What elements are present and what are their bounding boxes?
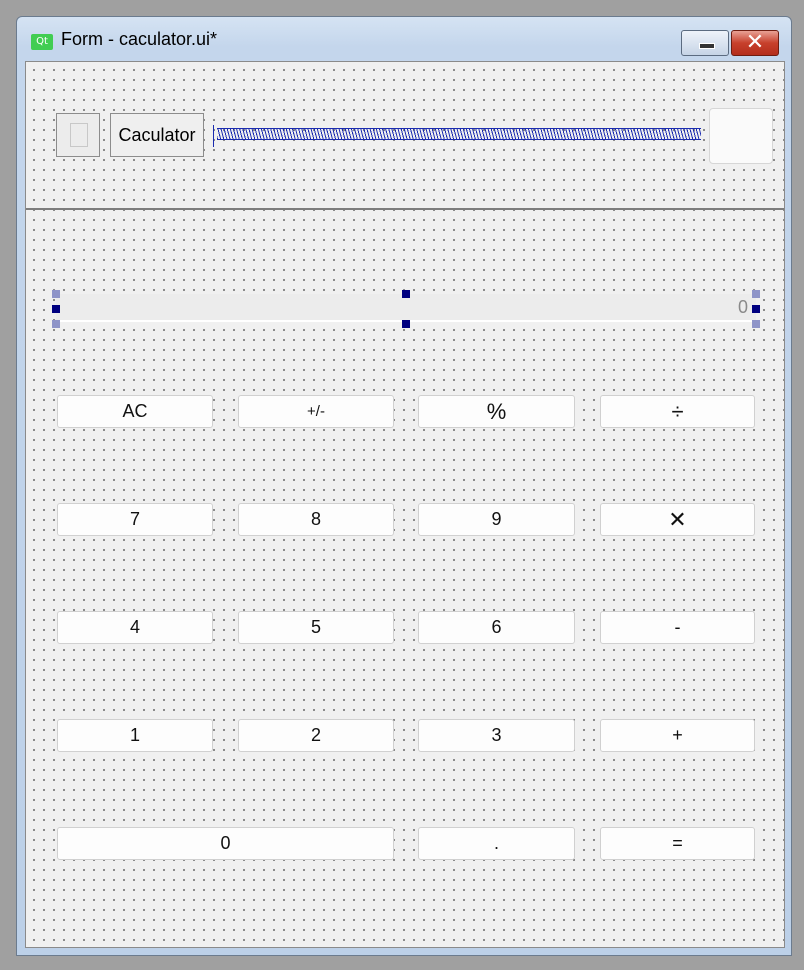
form-canvas[interactable]: Caculator 0 AC +/- % ÷ 7 8 9 ✕ 4 5 6 - 1… bbox=[25, 61, 785, 948]
four-button[interactable]: 4 bbox=[57, 611, 213, 644]
ac-button[interactable]: AC bbox=[57, 395, 213, 428]
selection-handle-top[interactable] bbox=[402, 290, 410, 298]
selection-handle-right[interactable] bbox=[752, 305, 760, 313]
selection-handle-top-left[interactable] bbox=[52, 290, 60, 298]
calculator-icon bbox=[70, 123, 88, 147]
zero-button[interactable]: 0 bbox=[57, 827, 394, 860]
horizontal-spacer[interactable] bbox=[213, 125, 701, 147]
multiply-button[interactable]: ✕ bbox=[600, 503, 755, 536]
minimize-button[interactable] bbox=[681, 30, 729, 56]
display-value: 0 bbox=[737, 297, 748, 317]
selection-handle-bottom-right[interactable] bbox=[752, 320, 760, 328]
one-button[interactable]: 1 bbox=[57, 719, 213, 752]
display-lineedit[interactable]: 0 bbox=[56, 294, 756, 322]
six-button[interactable]: 6 bbox=[418, 611, 575, 644]
percent-button[interactable]: % bbox=[418, 395, 575, 428]
decimal-button[interactable]: . bbox=[418, 827, 575, 860]
selection-handle-top-right[interactable] bbox=[752, 290, 760, 298]
three-button[interactable]: 3 bbox=[418, 719, 575, 752]
two-button[interactable]: 2 bbox=[238, 719, 394, 752]
title-bar[interactable]: Qt Form - caculator.ui* ✕ bbox=[17, 17, 791, 63]
caculator-title-label[interactable]: Caculator bbox=[110, 113, 204, 157]
minus-button[interactable]: - bbox=[600, 611, 755, 644]
selection-handle-bottom-left[interactable] bbox=[52, 320, 60, 328]
five-button[interactable]: 5 bbox=[238, 611, 394, 644]
plus-button[interactable]: + bbox=[600, 719, 755, 752]
close-icon: ✕ bbox=[745, 30, 765, 55]
window-title: Form - caculator.ui* bbox=[61, 29, 218, 49]
spacer-edge bbox=[213, 125, 214, 147]
spacer-spring bbox=[217, 128, 701, 140]
header-frame[interactable]: Caculator bbox=[26, 62, 784, 210]
equals-button[interactable]: = bbox=[600, 827, 755, 860]
close-button[interactable]: ✕ bbox=[731, 30, 779, 56]
eight-button[interactable]: 8 bbox=[238, 503, 394, 536]
sign-button[interactable]: +/- bbox=[238, 395, 394, 428]
qt-logo-icon: Qt bbox=[31, 34, 53, 50]
designer-form-window: Qt Form - caculator.ui* ✕ Caculator 0 AC… bbox=[16, 16, 792, 956]
divide-button[interactable]: ÷ bbox=[600, 395, 755, 428]
calculator-logo-label[interactable] bbox=[56, 113, 100, 157]
minimize-icon bbox=[699, 43, 715, 49]
nine-button[interactable]: 9 bbox=[418, 503, 575, 536]
close-widget-placeholder[interactable] bbox=[709, 108, 773, 164]
seven-button[interactable]: 7 bbox=[57, 503, 213, 536]
selection-handle-bottom[interactable] bbox=[402, 320, 410, 328]
selection-handle-left[interactable] bbox=[52, 305, 60, 313]
